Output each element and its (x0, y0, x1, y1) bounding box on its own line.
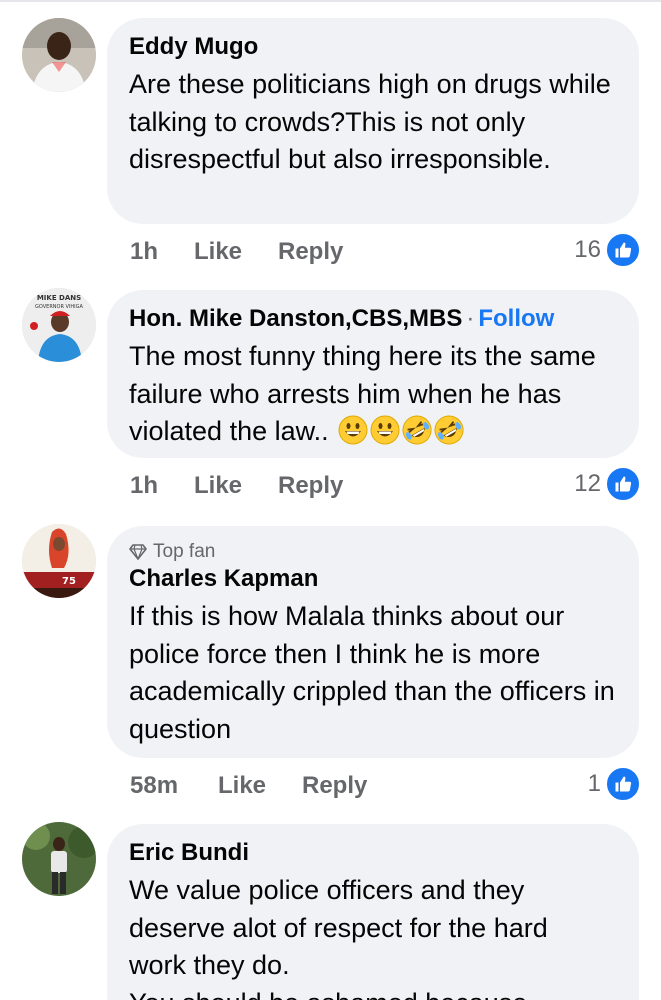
comment-text-line: work they do. (129, 950, 290, 980)
grinning-face-emoji (370, 415, 400, 445)
rolling-laughing-emoji (402, 415, 432, 445)
svg-text:75: 75 (62, 576, 76, 587)
comment-author[interactable]: Eric Bundi (129, 838, 617, 868)
grinning-face-emoji (338, 415, 368, 445)
top-fan-label: Top fan (153, 541, 216, 562)
comment-text: Are these politicians high on drugs whil… (129, 69, 611, 174)
comment-bubble: Eddy Mugo Are these politicians high on … (107, 18, 639, 224)
reaction-summary[interactable]: 16 (574, 232, 641, 268)
comment-actions: 58m Like Reply 1 (130, 766, 641, 806)
reaction-count: 16 (574, 236, 601, 263)
comment-author[interactable]: Charles Kapman (129, 564, 617, 594)
like-button[interactable]: Like (194, 238, 242, 266)
comment-time[interactable]: 1h (130, 238, 158, 266)
like-button[interactable]: Like (218, 772, 266, 800)
top-divider (0, 0, 661, 2)
avatar[interactable]: 75 (22, 524, 96, 598)
comment-text-wrap: The most funny thing here its the same f… (129, 338, 617, 451)
reaction-count: 1 (587, 770, 601, 797)
avatar[interactable] (22, 18, 96, 92)
comment-bubble: Hon. Mike Danston,CBS,MBS · Follow The mos… (107, 290, 639, 458)
svg-text:GOVERNOR VIHIGA: GOVERNOR VIHIGA (35, 304, 84, 310)
comment-text-line: You should be ashamed because (129, 985, 617, 1000)
separator-dot: · (466, 305, 475, 332)
thumbs-up-icon (605, 766, 641, 802)
reply-button[interactable]: Reply (302, 772, 367, 800)
comment-time[interactable]: 1h (130, 472, 158, 500)
avatar[interactable] (22, 822, 96, 896)
reply-button[interactable]: Reply (278, 472, 343, 500)
follow-button[interactable]: Follow (478, 305, 554, 332)
comment-bubble: Eric Bundi We value police officers and … (107, 824, 639, 1000)
thumbs-up-icon (605, 232, 641, 268)
diamond-icon (129, 544, 147, 560)
reaction-count: 12 (574, 470, 601, 497)
comment-author[interactable]: Hon. Mike Danston,CBS,MBS (129, 305, 462, 332)
comment-actions: 1h Like Reply 12 (130, 466, 641, 506)
avatar[interactable]: MIKE DANS GOVERNOR VIHIGA (22, 288, 96, 362)
reaction-summary[interactable]: 1 (588, 766, 641, 802)
comment-text-line: We value police officers and they (129, 875, 525, 905)
svg-text:MIKE DANS: MIKE DANS (37, 294, 81, 302)
rolling-laughing-emoji (434, 415, 464, 445)
comments-page: Eddy Mugo Are these politicians high on … (0, 0, 661, 1000)
comment-text: We value police officers and they deserv… (129, 872, 617, 1000)
comment-author[interactable]: Eddy Mugo (129, 32, 617, 62)
reply-button[interactable]: Reply (278, 238, 343, 266)
comment-text: If this is how Malala thinks about our p… (129, 601, 615, 744)
comment-author-line: Hon. Mike Danston,CBS,MBS · Follow (129, 304, 617, 334)
top-fan-badge: Top fan (129, 540, 617, 564)
like-button[interactable]: Like (194, 472, 242, 500)
thumbs-up-icon (605, 466, 641, 502)
reaction-summary[interactable]: 12 (574, 466, 641, 502)
comment-time[interactable]: 58m (130, 772, 178, 800)
comment-actions: 1h Like Reply 16 (130, 232, 641, 272)
comment-text-line: deserve alot of respect for the hard (129, 912, 548, 943)
comment-bubble: Top fan Charles Kapman If this is how Ma… (107, 526, 639, 758)
